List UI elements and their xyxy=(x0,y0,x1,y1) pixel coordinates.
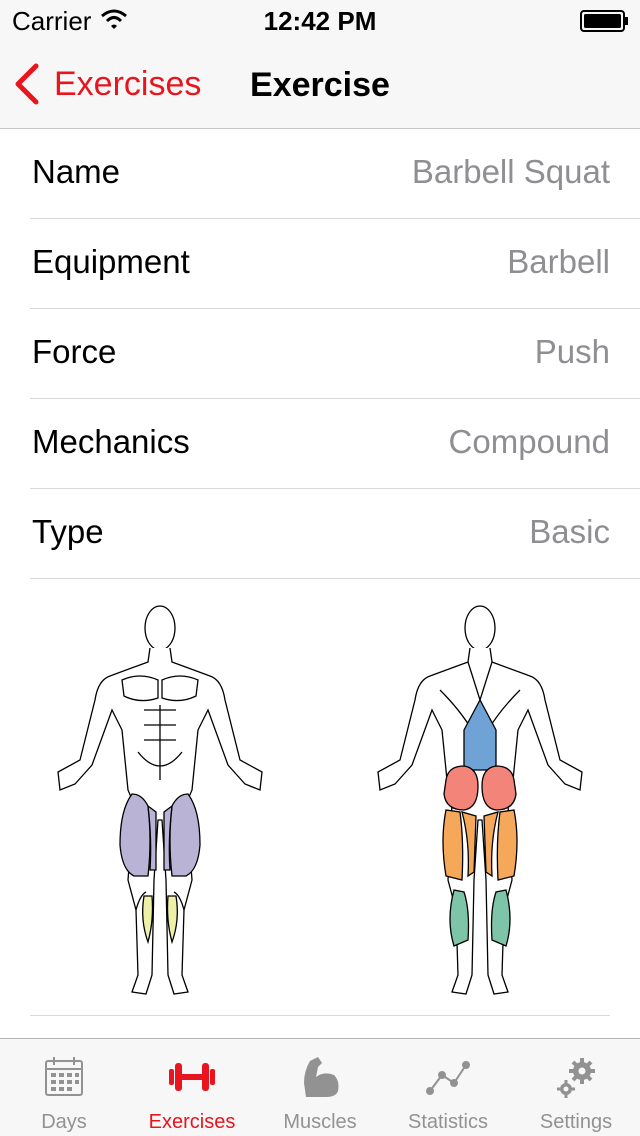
adductors-highlight xyxy=(142,895,178,945)
battery-icon xyxy=(580,10,628,32)
status-time: 12:42 PM xyxy=(263,6,377,36)
tab-label: Statistics xyxy=(407,1111,489,1133)
calves-highlight xyxy=(449,889,511,947)
exercise-detail-list: Name Barbell Squat Equipment Barbell For… xyxy=(0,129,640,579)
page-title: Exercise xyxy=(250,66,390,104)
row-value: Barbell Squat xyxy=(411,153,610,190)
muscle-diagram xyxy=(30,580,610,1016)
row-value: Basic xyxy=(529,513,610,550)
row-value: Push xyxy=(534,333,610,370)
body-back-figure xyxy=(377,605,583,995)
tab-statistics[interactable]: Statistics xyxy=(384,1039,512,1136)
row-type[interactable]: Type Basic xyxy=(30,489,640,579)
row-label: Equipment xyxy=(32,243,190,280)
gears-icon xyxy=(557,1058,595,1098)
tab-muscles[interactable]: Muscles xyxy=(256,1039,384,1136)
row-label: Mechanics xyxy=(32,423,190,460)
tab-label: Exercises xyxy=(148,1111,236,1133)
tab-bar: Days Exercises Muscles Statistics Settin… xyxy=(0,1038,640,1136)
tab-days[interactable]: Days xyxy=(0,1039,128,1136)
row-value: Barbell xyxy=(507,243,610,280)
row-value: Compound xyxy=(448,423,610,460)
row-equipment[interactable]: Equipment Barbell xyxy=(30,219,640,309)
row-mechanics[interactable]: Mechanics Compound xyxy=(30,399,640,489)
row-label: Type xyxy=(32,513,104,550)
tab-exercises[interactable]: Exercises xyxy=(128,1039,256,1136)
row-label: Name xyxy=(32,153,121,190)
bicep-icon xyxy=(304,1057,339,1097)
row-label: Force xyxy=(32,333,117,370)
tab-label: Days xyxy=(41,1111,87,1133)
calendar-icon xyxy=(45,1057,83,1096)
row-force[interactable]: Force Push xyxy=(30,309,640,399)
tab-label: Muscles xyxy=(283,1111,357,1133)
tab-settings[interactable]: Settings xyxy=(512,1039,640,1136)
row-name[interactable]: Name Barbell Squat xyxy=(30,129,640,219)
status-bar: Carrier 12:42 PM xyxy=(0,0,640,40)
tab-label: Settings xyxy=(539,1111,613,1133)
body-front-figure xyxy=(57,605,263,995)
dumbbell-icon xyxy=(169,1063,215,1091)
navigation-bar: Exercises Exercise xyxy=(0,40,640,129)
chart-line-icon xyxy=(426,1061,470,1095)
